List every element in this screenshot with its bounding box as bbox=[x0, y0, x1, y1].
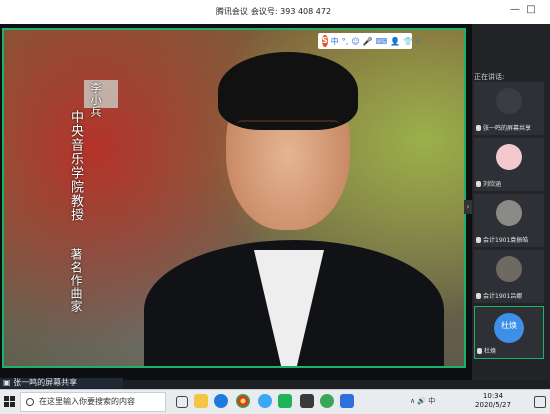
microphone-icon[interactable]: 🎤 bbox=[363, 37, 373, 46]
participant-avatar bbox=[496, 144, 522, 170]
chrome-browser-icon[interactable] bbox=[236, 394, 250, 408]
mic-icon bbox=[476, 181, 481, 187]
person-hair bbox=[218, 52, 358, 130]
mic-icon bbox=[477, 348, 482, 354]
maximize-button[interactable]: □ bbox=[524, 3, 538, 17]
clock-date: 2020/5/27 bbox=[475, 401, 511, 409]
collapse-sidebar-button[interactable]: › bbox=[464, 200, 472, 214]
app-icon[interactable] bbox=[278, 394, 292, 408]
participant-avatar bbox=[496, 200, 522, 226]
minimize-button[interactable]: — bbox=[508, 3, 522, 17]
wechat-icon[interactable] bbox=[320, 394, 334, 408]
search-placeholder: 在这里输入你要搜索的内容 bbox=[39, 397, 135, 406]
person-glasses bbox=[236, 120, 340, 150]
participants-sidebar: 正在讲话: 张一鸣的屏幕共享 刘欣涵 会计1901袁振皓 会计1901吕娜 杜焕… bbox=[472, 24, 550, 380]
ime-lang-toggle[interactable]: 中 bbox=[331, 36, 339, 47]
caption-name: 李小兵 bbox=[89, 82, 102, 118]
tencent-meeting-icon[interactable] bbox=[340, 394, 354, 408]
app-icon[interactable] bbox=[300, 394, 314, 408]
participant-avatar: 杜焕 bbox=[494, 313, 524, 343]
clock-time: 10:34 bbox=[482, 392, 504, 400]
participant-avatar bbox=[496, 256, 522, 282]
participant-tile[interactable]: 会计1901袁振皓 bbox=[474, 194, 544, 247]
participant-tile[interactable]: 会计1901吕娜 bbox=[474, 250, 544, 303]
clock[interactable]: 10:34 2020/5/27 bbox=[472, 392, 514, 410]
mic-icon bbox=[476, 237, 481, 243]
emoji-icon[interactable]: ☺ bbox=[351, 37, 359, 46]
browser-icon[interactable] bbox=[258, 394, 272, 408]
participant-tile[interactable]: 杜焕 杜焕 bbox=[474, 306, 544, 359]
sogou-logo-icon: S bbox=[322, 35, 328, 47]
participant-tile[interactable]: 张一鸣的屏幕共享 bbox=[474, 82, 544, 135]
search-icon bbox=[26, 398, 34, 406]
participant-name: 会计1901吕娜 bbox=[476, 291, 522, 300]
participant-avatar bbox=[496, 88, 522, 114]
participant-name: 会计1901袁振皓 bbox=[476, 235, 528, 244]
taskbar-search-input[interactable]: 在这里输入你要搜索的内容 bbox=[20, 392, 166, 412]
keyboard-icon[interactable]: ⌨ bbox=[376, 37, 388, 46]
punctuation-icon[interactable]: °, bbox=[342, 37, 349, 46]
participant-name: 刘欣涵 bbox=[476, 179, 501, 188]
windows-taskbar: 在这里输入你要搜索的内容 ∧ 🔊 中 10:34 2020/5/27 bbox=[0, 389, 550, 414]
windows-start-icon[interactable] bbox=[4, 396, 16, 408]
caption-title: 中央音乐学院教授 bbox=[68, 110, 83, 222]
sharing-label: 张一鸣的屏幕共享 bbox=[13, 378, 78, 387]
participant-name: 张一鸣的屏幕共享 bbox=[476, 123, 531, 132]
skin-icon[interactable]: 👕 bbox=[403, 37, 413, 46]
participant-name: 杜焕 bbox=[477, 346, 496, 355]
task-view-icon[interactable] bbox=[176, 396, 188, 408]
mic-icon bbox=[476, 125, 481, 131]
grid-menu-icon[interactable]: ⁝⁝ bbox=[416, 37, 421, 46]
sharing-indicator: ▣ 张一鸣的屏幕共享 bbox=[0, 378, 123, 388]
window-title: 腾讯会议 会议号: 393 408 472 bbox=[0, 6, 550, 17]
mic-icon bbox=[476, 293, 481, 299]
notification-icon[interactable] bbox=[534, 396, 546, 408]
file-explorer-icon[interactable] bbox=[194, 394, 208, 408]
caption-subtitle: 著名作曲家 bbox=[69, 248, 83, 313]
title-bar: 腾讯会议 会议号: 393 408 472 — □ bbox=[0, 0, 550, 25]
user-icon[interactable]: 👤 bbox=[390, 37, 400, 46]
system-tray[interactable]: ∧ 🔊 中 bbox=[410, 396, 435, 406]
participant-tile[interactable]: 刘欣涵 bbox=[474, 138, 544, 191]
meeting-id: 会议号: 393 408 472 bbox=[250, 7, 332, 16]
app-name: 腾讯会议 bbox=[215, 7, 248, 16]
screen-share-icon: ▣ bbox=[3, 378, 11, 387]
edge-browser-icon[interactable] bbox=[214, 394, 228, 408]
ime-toolbar[interactable]: S 中 °, ☺ 🎤 ⌨ 👤 👕 ⁝⁝ bbox=[318, 33, 421, 49]
speaking-label: 正在讲话: bbox=[474, 73, 505, 81]
